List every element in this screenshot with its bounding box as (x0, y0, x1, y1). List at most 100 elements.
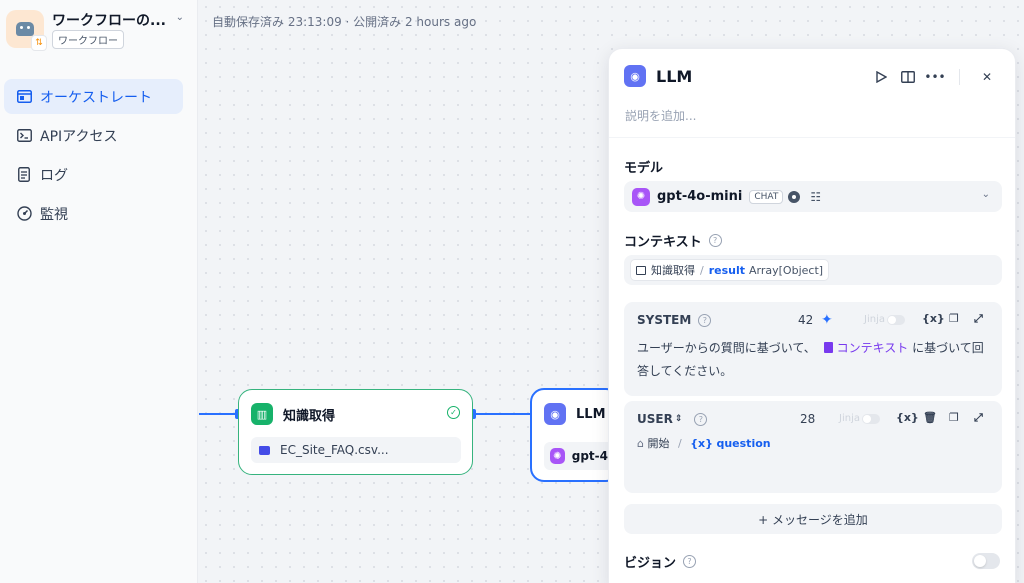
document-icon (16, 167, 32, 183)
save-status: 自動保存済み 23:13:09 · 公開済み 2 hours ago (212, 15, 477, 29)
edge-kb-to-llm (473, 413, 531, 415)
layout-icon (16, 89, 32, 105)
dataset-chip: EC_Site_FAQ.csv... (251, 437, 461, 463)
sidebar-item-logs[interactable]: ログ (4, 157, 183, 192)
jinja-toggle[interactable]: Jinja (864, 314, 905, 325)
app-type-badge: ワークフロー (52, 30, 124, 49)
context-variable-chip[interactable]: 知識取得 / result Array[Object] (630, 259, 830, 281)
sidebar-item-orchestrate[interactable]: オーケストレート (4, 79, 183, 114)
context-source: 知識取得 (651, 264, 695, 277)
book-open-icon[interactable] (898, 67, 918, 87)
vision-toggle[interactable] (972, 553, 1000, 569)
settings-sliders-icon[interactable]: ☷ (810, 190, 821, 204)
node-title: 知識取得 (283, 408, 336, 424)
check-circle-icon: ✓ (447, 406, 460, 419)
system-prompt-block[interactable]: SYSTEM ? 42 ✦ Jinja {x} ❐ ⤢ ユーザーからの質問に基づ… (624, 302, 1002, 396)
vision-eye-icon (788, 190, 801, 203)
vision-label: ビジョン ? (624, 552, 697, 571)
sidebar-item-monitoring[interactable]: 監視 (4, 196, 183, 231)
user-prompt-text[interactable]: ⌂ 開始 / {x} question (637, 432, 992, 455)
book-icon: ▥ (251, 403, 273, 425)
sidebar-item-label: オーケストレート (40, 89, 152, 106)
dashboard-icon (16, 206, 32, 222)
edge-incoming (199, 413, 239, 415)
add-message-button[interactable]: + メッセージを追加 (624, 504, 1002, 534)
context-selector[interactable]: 知識取得 / result Array[Object] (624, 255, 1002, 285)
divider (609, 137, 1015, 138)
jinja-toggle[interactable]: Jinja (839, 413, 880, 424)
help-icon[interactable]: ? (683, 555, 697, 568)
prompt-text: ユーザーからの質問に基づいて、 (637, 341, 816, 355)
expand-icon[interactable]: ⤢ (974, 312, 983, 326)
system-prompt-text[interactable]: ユーザーからの質問に基づいて、 コンテキスト に基づいて回答してください。 (637, 337, 992, 383)
run-icon[interactable] (871, 67, 891, 87)
path-separator: / (700, 263, 704, 277)
vision-label-text: ビジョン (624, 556, 677, 571)
app-header[interactable]: ⇅ ワークフローの... ⌄ ワークフロー (6, 8, 192, 51)
sidebar: ⇅ ワークフローの... ⌄ ワークフロー オーケストレート APIアクセス ロ… (0, 0, 198, 583)
message-role: SYSTEM ? (637, 313, 712, 327)
toggle-switch[interactable] (886, 314, 905, 325)
model-label-text: モデル (624, 161, 664, 176)
context-type: Array[Object] (749, 263, 824, 277)
sidebar-item-label: 監視 (40, 206, 68, 223)
folder-icon (259, 445, 270, 455)
model-name: gpt-4 (571, 449, 608, 463)
dataset-name: EC_Site_FAQ.csv... (280, 443, 389, 457)
more-icon[interactable]: ••• (924, 67, 945, 87)
app-avatar: ⇅ (6, 10, 47, 51)
book-icon (636, 265, 646, 275)
variable-insert-icon[interactable]: {x} (922, 312, 945, 325)
chevron-down-icon[interactable]: ⌄ (982, 189, 990, 200)
sidebar-item-label: ログ (40, 167, 68, 184)
user-prompt-block[interactable]: USER ⇕ ? 28 Jinja {x} 🗑 ❐ ⤢ ⌂ 開始 / {x} q… (624, 401, 1002, 493)
sidebar-item-api-access[interactable]: APIアクセス (4, 118, 183, 153)
message-role[interactable]: USER ⇕ ? (637, 412, 708, 426)
chevron-down-icon[interactable]: ⌄ (176, 12, 184, 23)
variable-name: question (716, 437, 771, 450)
context-label-text: コンテキスト (624, 235, 702, 250)
sidebar-item-label: APIアクセス (40, 128, 118, 145)
node-title: LLM (576, 406, 606, 422)
variable-source: 開始 (647, 437, 670, 450)
toggle-switch[interactable] (861, 413, 880, 424)
sidebar-nav: オーケストレート APIアクセス ログ 監視 (4, 79, 183, 235)
sparkle-icon[interactable]: ✦ (821, 312, 833, 328)
role-label: SYSTEM (637, 313, 692, 327)
token-count: 42 (798, 313, 814, 327)
expand-icon[interactable]: ⤢ (974, 411, 983, 425)
variable-insert-icon[interactable]: {x} (896, 411, 919, 424)
help-icon[interactable]: ? (694, 412, 708, 426)
token-count: 28 (800, 412, 816, 426)
trash-icon[interactable]: 🗑 (923, 411, 937, 424)
help-icon[interactable]: ? (708, 234, 722, 247)
description-input[interactable]: 説明を追加... (625, 107, 696, 124)
close-icon[interactable]: ✕ (977, 67, 997, 87)
model-name: gpt-4o-mini (657, 189, 743, 204)
home-icon: ⌂ (637, 437, 644, 450)
llm-icon: ◉ (624, 65, 646, 87)
role-label: USER (637, 412, 673, 426)
llm-node[interactable]: ◉ LLM ✺ gpt-4 (530, 388, 620, 482)
copy-icon[interactable]: ❐ (949, 411, 959, 424)
mode-badge: CHAT (749, 189, 784, 204)
openai-icon: ✺ (550, 448, 565, 464)
context-label: コンテキスト ? (624, 231, 722, 250)
workflow-badge-icon: ⇅ (31, 35, 47, 51)
model-selector[interactable]: ✺ gpt-4o-mini CHAT ☷ ⌄ (624, 181, 1002, 212)
copy-icon[interactable]: ❐ (949, 312, 959, 325)
knowledge-retrieval-node[interactable]: ▥ 知識取得 ✓ EC_Site_FAQ.csv... (238, 389, 473, 475)
context-reference: コンテキスト (836, 341, 909, 355)
role-switch-icon[interactable]: ⇕ (675, 414, 683, 424)
model-chip: ✺ gpt-4 (544, 442, 614, 470)
terminal-icon (16, 128, 32, 144)
help-icon[interactable]: ? (698, 313, 712, 327)
app-name: ワークフローの... (52, 13, 166, 29)
openai-icon: ✺ (632, 187, 650, 206)
llm-icon: ◉ (544, 403, 566, 425)
jinja-label: Jinja (839, 413, 860, 424)
divider (959, 69, 960, 85)
robot-icon (16, 22, 34, 36)
model-label: モデル (624, 157, 663, 176)
path-separator: / (677, 437, 682, 450)
